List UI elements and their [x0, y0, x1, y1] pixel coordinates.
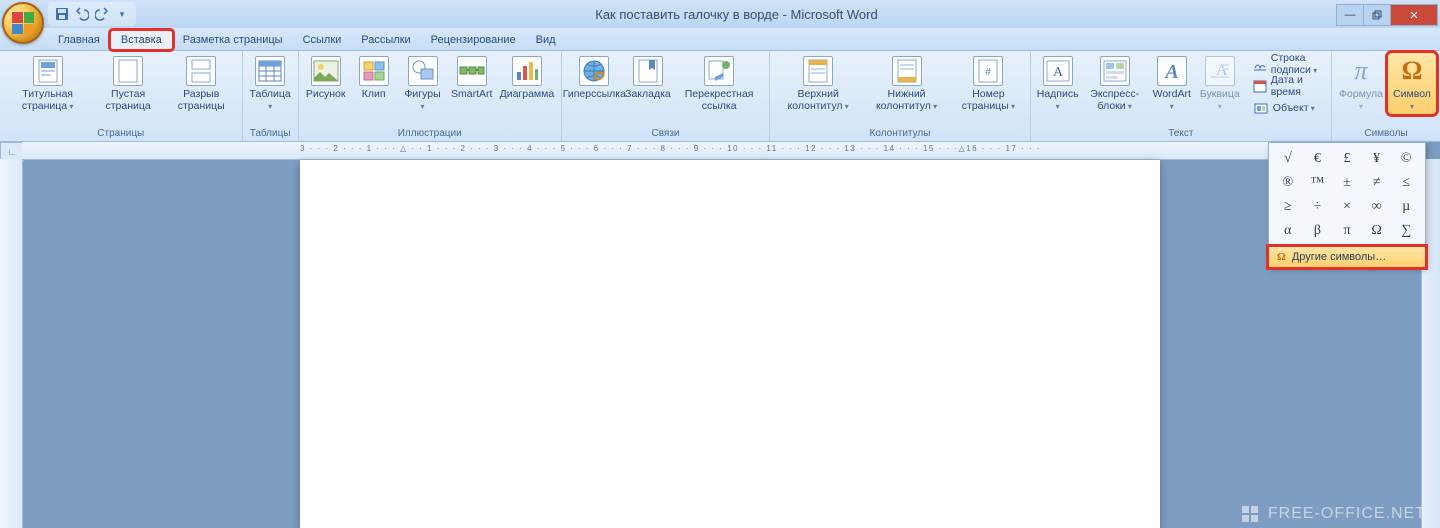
- bookmark-button[interactable]: Закладка: [625, 53, 671, 103]
- signature-line-button[interactable]: Строка подписи: [1249, 53, 1327, 75]
- object-button[interactable]: Объект: [1249, 97, 1327, 119]
- symbol-cell[interactable]: ∑: [1391, 219, 1421, 243]
- page-number-button[interactable]: #Номер страницы: [951, 53, 1026, 114]
- symbol-cell[interactable]: ∞: [1362, 195, 1392, 219]
- symbol-dropdown: √ € £ ¥ © ® ™ ± ≠ ≤ ≥ ÷ × ∞ µ α β π Ω ∑ …: [1268, 142, 1426, 268]
- table-button[interactable]: Таблица: [247, 53, 294, 114]
- window-controls: — ✕: [1337, 4, 1438, 24]
- symbol-cell[interactable]: π: [1332, 219, 1362, 243]
- cover-page-button[interactable]: Титульная страница: [4, 53, 91, 114]
- page[interactable]: [300, 160, 1160, 528]
- symbol-cell[interactable]: ™: [1303, 171, 1333, 195]
- svg-text:#: #: [986, 67, 992, 78]
- tab-review[interactable]: Рецензирование: [421, 31, 526, 50]
- symbol-cell[interactable]: ×: [1332, 195, 1362, 219]
- ribbon: Титульная страница Пустая страница Разры…: [0, 51, 1440, 142]
- tab-insert[interactable]: Вставка: [110, 30, 173, 50]
- symbol-button[interactable]: ΩСимвол: [1388, 53, 1436, 114]
- symbol-cell[interactable]: µ: [1391, 195, 1421, 219]
- symbol-cell[interactable]: ®: [1273, 171, 1303, 195]
- group-illustrations: Рисунок Клип Фигуры SmartArt Диаграмма И…: [299, 51, 562, 141]
- page-break-button[interactable]: Разрыв страницы: [165, 53, 238, 114]
- minimize-button[interactable]: —: [1336, 4, 1364, 26]
- symbol-grid: √ € £ ¥ © ® ™ ± ≠ ≤ ≥ ÷ × ∞ µ α β π Ω ∑: [1269, 143, 1425, 247]
- signature-icon: [1253, 56, 1267, 72]
- footer-button[interactable]: Нижний колонтитул: [864, 53, 949, 114]
- symbol-cell[interactable]: ¥: [1362, 147, 1392, 171]
- vertical-ruler[interactable]: [0, 159, 23, 528]
- watermark: FREE-OFFICE.NET: [1240, 504, 1426, 524]
- save-icon[interactable]: [54, 6, 70, 22]
- ribbon-tabs: Главная Вставка Разметка страницы Ссылки…: [0, 28, 1440, 51]
- tab-references[interactable]: Ссылки: [293, 31, 352, 50]
- undo-icon[interactable]: [74, 6, 90, 22]
- document-area: ∟ 3 · · · 2 · · · 1 · · · △ · · 1 · · · …: [0, 142, 1440, 528]
- textbox-button[interactable]: AНадпись: [1035, 53, 1081, 114]
- object-icon: [1253, 100, 1269, 116]
- symbol-cell[interactable]: ≠: [1362, 171, 1392, 195]
- redo-icon[interactable]: [94, 6, 110, 22]
- group-links: Гиперссылка Закладка Перекрестная ссылка…: [562, 51, 771, 141]
- blank-page-button[interactable]: Пустая страница: [93, 53, 163, 114]
- quick-access-toolbar: ▾: [48, 2, 136, 26]
- symbol-cell[interactable]: €: [1303, 147, 1333, 171]
- window-title: Как поставить галочку в ворде - Microsof…: [136, 7, 1337, 22]
- title-bar: ▾ Как поставить галочку в ворде - Micros…: [0, 0, 1440, 28]
- svg-text:A: A: [1053, 65, 1064, 80]
- chart-button[interactable]: Диаграмма: [497, 53, 557, 103]
- group-header-footer: Верхний колонтитул Нижний колонтитул #Но…: [770, 51, 1030, 141]
- header-button[interactable]: Верхний колонтитул: [774, 53, 862, 114]
- cross-reference-button[interactable]: Перекрестная ссылка: [673, 53, 765, 114]
- symbol-cell[interactable]: ÷: [1303, 195, 1333, 219]
- hyperlink-button[interactable]: Гиперссылка: [566, 53, 623, 103]
- wordart-button[interactable]: AWordArt: [1149, 53, 1195, 114]
- calendar-icon: [1253, 78, 1267, 94]
- quick-parts-button[interactable]: Экспресс-блоки: [1083, 53, 1147, 114]
- picture-button[interactable]: Рисунок: [303, 53, 349, 103]
- tab-mailings[interactable]: Рассылки: [351, 31, 420, 50]
- symbol-cell[interactable]: ≤: [1391, 171, 1421, 195]
- qat-customize-icon[interactable]: ▾: [114, 6, 130, 22]
- horizontal-ruler[interactable]: 3 · · · 2 · · · 1 · · · △ · · 1 · · · 2 …: [22, 142, 1418, 160]
- symbol-cell[interactable]: ±: [1332, 171, 1362, 195]
- symbol-cell[interactable]: β: [1303, 219, 1333, 243]
- shapes-button[interactable]: Фигуры: [399, 53, 447, 114]
- tab-page-layout[interactable]: Разметка страницы: [173, 31, 293, 50]
- tab-view[interactable]: Вид: [526, 31, 566, 50]
- more-symbols-button[interactable]: Ω Другие символы…: [1269, 247, 1425, 267]
- svg-text:A: A: [1163, 61, 1178, 82]
- symbol-cell[interactable]: £: [1332, 147, 1362, 171]
- equation-button[interactable]: πФормула: [1336, 53, 1386, 114]
- group-text: AНадпись Экспресс-блоки AWordArt AБуквиц…: [1031, 51, 1332, 141]
- restore-button[interactable]: [1363, 4, 1391, 26]
- omega-icon: Ω: [1277, 251, 1286, 263]
- symbol-cell[interactable]: Ω: [1362, 219, 1392, 243]
- symbol-cell[interactable]: √: [1273, 147, 1303, 171]
- date-time-button[interactable]: Дата и время: [1249, 75, 1327, 97]
- group-symbols: πФормула ΩСимвол Символы: [1332, 51, 1440, 141]
- symbol-cell[interactable]: ©: [1391, 147, 1421, 171]
- office-button[interactable]: [2, 2, 44, 44]
- group-pages: Титульная страница Пустая страница Разры…: [0, 51, 243, 141]
- dropcap-button[interactable]: AБуквица: [1197, 53, 1243, 114]
- clip-button[interactable]: Клип: [351, 53, 397, 103]
- group-tables: Таблица Таблицы: [243, 51, 299, 141]
- tab-home[interactable]: Главная: [48, 31, 110, 50]
- smartart-button[interactable]: SmartArt: [448, 53, 495, 103]
- close-button[interactable]: ✕: [1390, 4, 1438, 26]
- symbol-cell[interactable]: α: [1273, 219, 1303, 243]
- symbol-cell[interactable]: ≥: [1273, 195, 1303, 219]
